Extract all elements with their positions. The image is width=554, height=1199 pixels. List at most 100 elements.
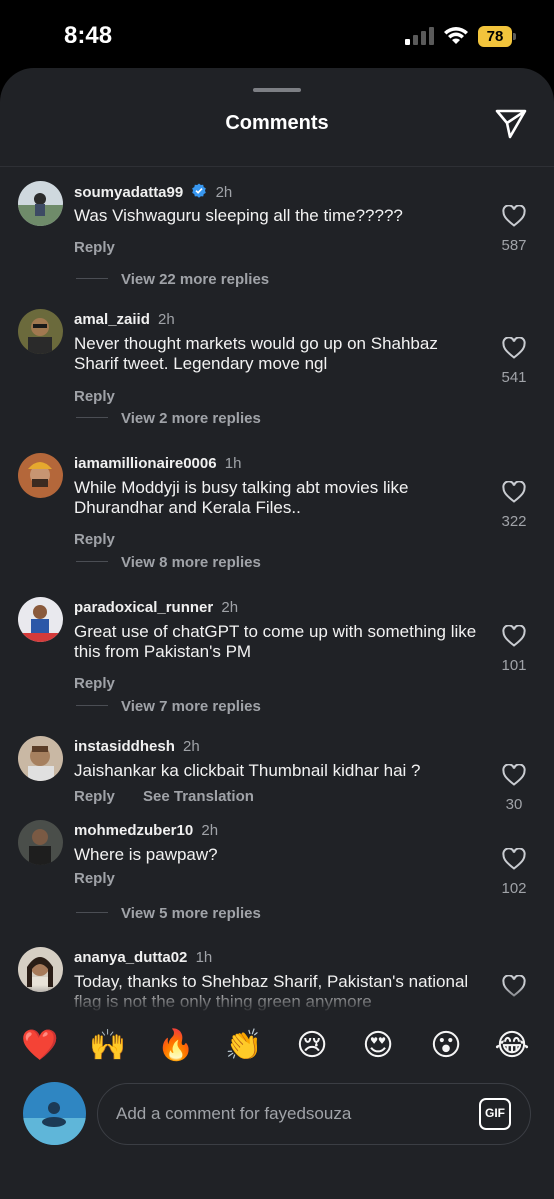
comment-header: amal_zaiid 2h — [74, 311, 175, 328]
like-button[interactable]: 101 — [496, 625, 532, 674]
reaction-cry[interactable]: 😢 — [292, 1026, 332, 1066]
like-count: 30 — [505, 796, 523, 813]
battery-level: 78 — [478, 26, 512, 47]
reaction-heart[interactable]: ❤️ — [20, 1026, 60, 1066]
replies-line — [76, 417, 108, 418]
reply-button[interactable]: Reply — [74, 870, 115, 887]
cellular-signal-icon — [405, 27, 434, 45]
comment-header: instasiddhesh 2h — [74, 738, 200, 755]
comment-text: Jaishankar ka clickbait Thumbnail kidhar… — [74, 761, 421, 780]
reply-button[interactable]: Reply — [74, 788, 115, 805]
status-bar: 8:48 78 — [0, 0, 554, 70]
replies-line — [76, 561, 108, 562]
comment-input[interactable] — [116, 1084, 466, 1144]
reply-button[interactable]: Reply — [74, 531, 115, 548]
like-button[interactable]: 322 — [496, 481, 532, 530]
like-count: 587 — [501, 237, 527, 254]
comment-text: While Moddyji is busy talking abt movies… — [74, 478, 409, 517]
paper-plane-icon[interactable] — [494, 106, 528, 140]
view-more-replies[interactable]: View 22 more replies — [76, 271, 269, 288]
gif-button[interactable]: GIF — [479, 1098, 511, 1130]
comment-username[interactable]: instasiddhesh — [74, 738, 175, 755]
view-more-replies[interactable]: View 5 more replies — [76, 905, 261, 922]
comment-time: 2h — [158, 311, 175, 328]
comment-username[interactable]: mohmedzuber10 — [74, 822, 193, 839]
avatar[interactable] — [18, 309, 63, 354]
wifi-icon — [444, 27, 468, 44]
comment-username[interactable]: soumyadatta99 — [74, 184, 183, 201]
heart-icon[interactable] — [502, 625, 526, 647]
reaction-raised-hands[interactable]: 🙌 — [88, 1026, 128, 1066]
comment-actions: Reply — [74, 388, 139, 405]
like-count: 322 — [501, 513, 527, 530]
like-count: 102 — [501, 880, 527, 897]
comment-text: Great use of chatGPT to come up with som… — [74, 622, 477, 661]
battery-indicator: 78 — [478, 26, 518, 47]
comment-header: soumyadatta99 2h — [74, 183, 232, 201]
battery-tip — [513, 33, 516, 40]
see-translation-button[interactable]: See Translation — [143, 788, 254, 805]
comment-username[interactable]: iamamillionaire0006 — [74, 455, 217, 472]
comment-header: ananya_dutta02 1h — [74, 949, 212, 966]
comment-actions: Reply See Translation — [74, 788, 278, 805]
comment-text: Where is pawpaw? — [74, 845, 218, 864]
view-more-replies[interactable]: View 2 more replies — [76, 410, 261, 427]
reaction-fire[interactable]: 🔥 — [156, 1026, 196, 1066]
heart-icon[interactable] — [502, 337, 526, 359]
like-count: 541 — [501, 369, 527, 386]
view-more-replies-label: View 22 more replies — [121, 271, 270, 288]
avatar[interactable] — [18, 453, 63, 498]
comment-username[interactable]: ananya_dutta02 — [74, 949, 187, 966]
comment-actions: Reply — [74, 531, 139, 548]
avatar[interactable] — [18, 820, 63, 865]
comment-time: 2h — [221, 599, 239, 616]
heart-icon[interactable] — [502, 205, 526, 227]
comment-time: 2h — [215, 184, 233, 201]
avatar[interactable] — [18, 736, 63, 781]
comment-time: 2h — [183, 738, 200, 755]
comment-text: Was Vishwaguru sleeping all the time????… — [74, 206, 403, 225]
header-divider — [0, 166, 554, 167]
like-button[interactable]: 102 — [496, 848, 532, 897]
scroll-fade — [0, 985, 554, 1013]
view-more-replies-label: View 5 more replies — [121, 905, 261, 922]
reaction-surprised[interactable]: 😮 — [426, 1026, 466, 1066]
avatar[interactable] — [18, 597, 63, 642]
heart-icon[interactable] — [502, 764, 526, 786]
verified-badge-icon — [192, 183, 207, 198]
comment-header: iamamillionaire0006 1h — [74, 455, 241, 472]
like-button[interactable]: 587 — [496, 205, 532, 254]
reaction-laugh[interactable]: 😂 — [492, 1026, 532, 1066]
reply-button[interactable]: Reply — [74, 239, 115, 256]
comment-input-box[interactable]: GIF — [97, 1083, 531, 1145]
reply-button[interactable]: Reply — [74, 388, 115, 405]
reaction-heart-eyes[interactable]: 😍 — [358, 1026, 398, 1066]
like-count: 101 — [501, 657, 527, 674]
view-more-replies[interactable]: View 7 more replies — [76, 698, 261, 715]
sheet-title: Comments — [225, 112, 329, 134]
comment-actions: Reply — [74, 870, 139, 887]
comment-text: Never thought markets would go up on Sha… — [74, 334, 438, 373]
comment-actions: Reply — [74, 239, 139, 256]
reaction-clap[interactable]: 👏 — [224, 1026, 264, 1066]
like-button[interactable]: 30 — [496, 764, 532, 813]
my-avatar[interactable] — [23, 1082, 86, 1145]
comment-header: mohmedzuber10 2h — [74, 822, 218, 839]
reply-button[interactable]: Reply — [74, 675, 115, 692]
view-more-replies-label: View 2 more replies — [121, 410, 261, 427]
comment-header: paradoxical_runner 2h — [74, 599, 238, 616]
comment-username[interactable]: amal_zaiid — [74, 311, 150, 328]
quick-reactions-bar: ❤️ 🙌 🔥 👏 😢 😍 😮 😂 — [0, 1012, 554, 1080]
sheet-grabber[interactable] — [253, 88, 301, 92]
heart-icon[interactable] — [502, 848, 526, 870]
view-more-replies[interactable]: View 8 more replies — [76, 554, 261, 571]
replies-line — [76, 705, 108, 706]
view-more-replies-label: View 7 more replies — [121, 698, 261, 715]
comment-time: 1h — [195, 949, 213, 966]
like-button[interactable]: 541 — [496, 337, 532, 386]
heart-icon[interactable] — [502, 481, 526, 503]
avatar[interactable] — [18, 181, 63, 226]
comment-actions: Reply — [74, 675, 139, 692]
replies-line — [76, 278, 108, 279]
comment-username[interactable]: paradoxical_runner — [74, 599, 213, 616]
